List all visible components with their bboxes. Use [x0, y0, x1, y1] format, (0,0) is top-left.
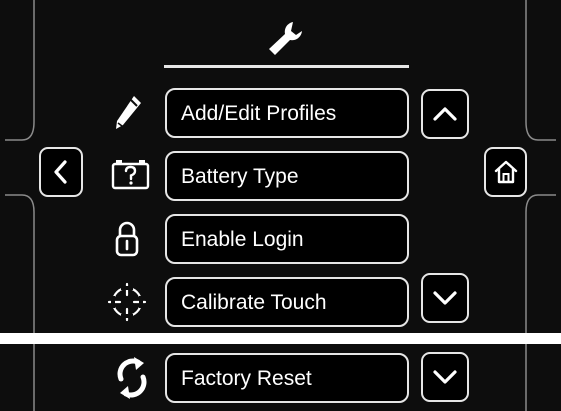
chevron-up-icon — [433, 107, 457, 121]
home-icon — [494, 160, 517, 184]
reset-arrows-icon — [117, 357, 147, 399]
battery-type-label: Battery Type — [181, 164, 299, 188]
back-button[interactable] — [39, 147, 83, 197]
enable-login-label: Enable Login — [181, 227, 304, 251]
chevron-down-icon — [433, 370, 457, 384]
pencil-icon — [116, 96, 141, 129]
battery-question-icon — [111, 160, 150, 190]
home-button[interactable] — [484, 147, 527, 197]
scroll-down-button-lower[interactable] — [421, 352, 469, 402]
chevron-down-icon — [433, 291, 457, 305]
scroll-down-button[interactable] — [421, 273, 469, 323]
crosshair-icon — [107, 282, 147, 322]
settings-screen: Add/Edit Profiles Battery Type Enable Lo… — [0, 0, 561, 333]
wrench-icon — [269, 22, 302, 55]
battery-type-button[interactable]: Battery Type — [165, 151, 409, 201]
factory-reset-button[interactable]: Factory Reset — [165, 353, 409, 403]
calibrate-touch-button[interactable]: Calibrate Touch — [165, 277, 409, 327]
title-underline — [164, 65, 409, 68]
padlock-icon — [115, 221, 139, 257]
scroll-up-button[interactable] — [421, 89, 469, 139]
add-edit-profiles-label: Add/Edit Profiles — [181, 101, 337, 125]
factory-reset-label: Factory Reset — [181, 366, 312, 390]
chevron-left-icon — [54, 160, 67, 184]
enable-login-button[interactable]: Enable Login — [165, 214, 409, 264]
settings-screen-scrolled: Factory Reset — [0, 344, 561, 411]
add-edit-profiles-button[interactable]: Add/Edit Profiles — [165, 88, 409, 138]
calibrate-touch-label: Calibrate Touch — [181, 290, 327, 314]
